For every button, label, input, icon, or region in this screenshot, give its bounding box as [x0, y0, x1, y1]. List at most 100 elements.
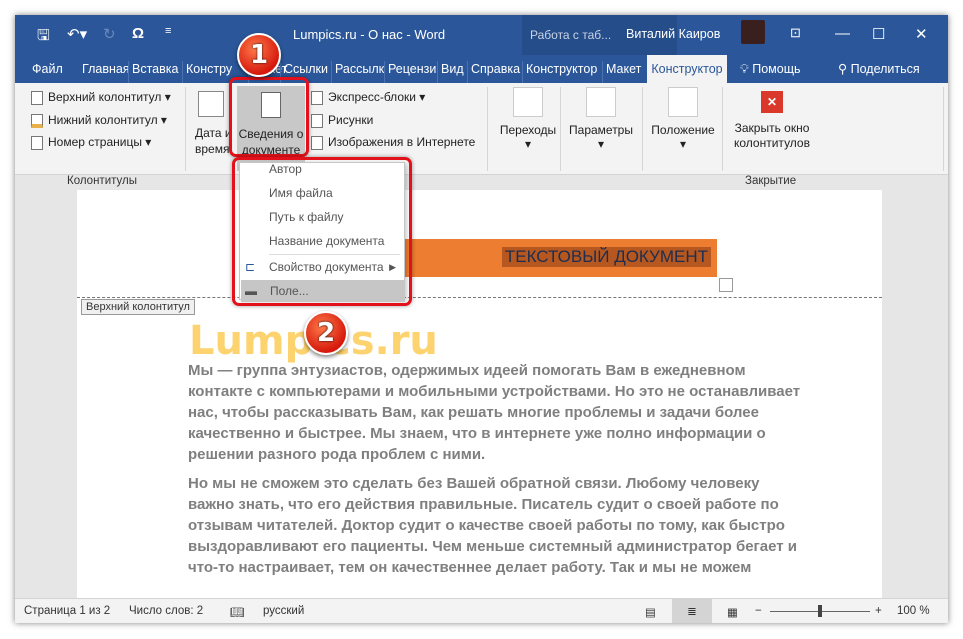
user-name[interactable]: Виталий Каиров: [626, 27, 720, 41]
close-header-footer-button[interactable]: ✕ Закрыть окно колонтитулов: [731, 91, 813, 151]
callout-badge-2: 2: [304, 311, 348, 355]
context-group-label: Работа с таб...: [530, 28, 612, 42]
zoom-in-button[interactable]: +: [875, 605, 882, 617]
tab-file[interactable]: Файл: [29, 61, 66, 83]
divider: [943, 87, 944, 171]
divider: [642, 87, 643, 171]
paragraph-line: что-то настраивает, тем он качественнее …: [188, 559, 752, 576]
divider: [560, 87, 561, 171]
paragraph-line: важно знать, что его действия правильные…: [188, 496, 779, 513]
zoom-out-button[interactable]: −: [755, 605, 762, 617]
tab-design[interactable]: Констру: [182, 61, 235, 83]
ribbon-display-icon[interactable]: ⊡: [790, 25, 801, 41]
paragraph-line: решении разного рода проблем с ними.: [188, 446, 486, 463]
print-layout-icon[interactable]: ≣: [672, 599, 712, 623]
navigation-icon: [513, 87, 543, 117]
customize-toolbar-icon[interactable]: ≡: [165, 25, 171, 37]
web-layout-icon[interactable]: ▦: [727, 605, 738, 619]
online-pictures-icon: [311, 135, 323, 150]
options-icon: [586, 87, 616, 117]
date-time-label-2: время: [195, 142, 230, 156]
online-pictures-label: Изображения в Интернете: [328, 135, 476, 149]
position-icon: [668, 87, 698, 117]
pictures-button[interactable]: Рисунки: [311, 113, 373, 128]
pictures-label: Рисунки: [328, 113, 374, 127]
paragraph-line: выздоравливают его пациенты. Чем меньше …: [188, 538, 798, 555]
word-window: 🖫 ↶▾ ↻ Ω ≡ Lumpics.ru - О нас - Word Раб…: [15, 15, 948, 623]
header-label: Верхний колонтитул: [48, 90, 162, 104]
group-header-footer: Колонтитулы: [67, 175, 137, 187]
title-bar: 🖫 ↶▾ ↻ Ω ≡ Lumpics.ru - О нас - Word Раб…: [15, 15, 948, 83]
quick-parts-label: Экспресс-блоки: [328, 90, 416, 104]
tell-me-button[interactable]: 💡︎ Помощь: [737, 61, 804, 83]
tab-view[interactable]: Вид: [437, 61, 467, 83]
navigation-button[interactable]: Переходы ▾: [495, 87, 561, 151]
tab-review[interactable]: Рецензи: [384, 61, 439, 83]
header-icon: [31, 90, 43, 105]
redo-icon[interactable]: ↻: [103, 25, 116, 43]
page-count[interactable]: Страница 1 из 2: [24, 605, 110, 617]
language[interactable]: русский: [263, 605, 304, 617]
paragraph-line: нас, чтобы рассказывать Вам, как решать …: [188, 404, 759, 421]
footer-button[interactable]: Нижний колонтитул ▾: [31, 113, 167, 128]
banner-text[interactable]: ТЕКСТОВЫЙ ДОКУМЕНТ: [501, 247, 711, 267]
tab-mailings[interactable]: Рассылк: [331, 61, 387, 83]
page-number-label: Номер страницы: [48, 135, 142, 149]
divider: [185, 87, 186, 171]
status-bar: Страница 1 из 2 Число слов: 2 📖︎ русский…: [15, 598, 948, 623]
window-title: Lumpics.ru - О нас - Word: [293, 27, 446, 42]
highlight-box-1: [229, 77, 309, 157]
user-add-icon: ⚲: [838, 62, 851, 76]
header-button[interactable]: Верхний колонтитул ▾: [31, 90, 171, 105]
paragraph-line: контакте с компьютерами и мобильными уст…: [188, 383, 801, 400]
paragraph-line: Но мы не сможем это сделать без Вашей об…: [188, 475, 760, 492]
paragraph-line: качественно и быстрее. Мы знаем, что в и…: [188, 425, 766, 442]
options-label: Параметры: [569, 123, 633, 137]
quick-parts-icon: [311, 90, 323, 105]
paragraph-line: Мы — группа энтузиастов, одержимых идеей…: [188, 362, 746, 379]
divider: [722, 87, 723, 171]
callout-badge-1: 1: [237, 33, 281, 77]
autosave-icon[interactable]: 🖫: [37, 25, 50, 50]
share-label: Поделиться: [850, 62, 920, 76]
header-banner: ТЕКСТОВЫЙ ДОКУМЕНТ: [377, 239, 717, 277]
position-button[interactable]: Положение ▾: [648, 87, 718, 151]
read-mode-icon[interactable]: ▤: [645, 605, 656, 619]
zoom-slider-thumb[interactable]: [818, 605, 822, 617]
tab-header-footer-design[interactable]: Конструктор: [647, 55, 727, 83]
word-count[interactable]: Число слов: 2: [129, 605, 203, 617]
footer-label: Нижний колонтитул: [48, 113, 158, 127]
minimize-icon[interactable]: —: [835, 25, 850, 42]
share-button[interactable]: ⚲ Поделиться: [835, 61, 923, 83]
maximize-icon[interactable]: ☐: [872, 25, 885, 43]
lightbulb-icon: 💡︎: [740, 62, 753, 76]
tell-me-label: Помощь: [752, 62, 801, 76]
avatar[interactable]: [741, 20, 765, 44]
close-x-icon: ✕: [761, 91, 783, 113]
tab-help[interactable]: Справка: [467, 61, 523, 83]
tab-table-layout[interactable]: Макет: [602, 61, 644, 83]
date-time-button[interactable]: Дата и время: [195, 125, 232, 157]
undo-icon[interactable]: ↶▾: [67, 25, 87, 43]
quick-parts-button[interactable]: Экспресс-блоки ▾: [311, 90, 425, 105]
tab-home[interactable]: Главная: [79, 61, 133, 83]
proofing-icon[interactable]: 📖︎: [230, 605, 245, 619]
position-label: Положение: [651, 123, 715, 137]
header-boundary: [77, 297, 882, 298]
group-close: Закрытие: [745, 175, 797, 187]
page-number-icon: [31, 135, 43, 150]
zoom-level[interactable]: 100 %: [897, 605, 930, 617]
page-number-button[interactable]: Номер страницы ▾: [31, 135, 151, 150]
highlight-box-2: [232, 157, 412, 306]
pictures-icon: [311, 113, 323, 128]
options-button[interactable]: Параметры ▾: [566, 87, 636, 151]
symbol-icon[interactable]: Ω: [132, 25, 144, 42]
layout-options-icon[interactable]: [719, 278, 733, 292]
tab-insert[interactable]: Вставка: [128, 61, 181, 83]
tab-table-design[interactable]: Конструктор: [522, 61, 600, 83]
close-icon[interactable]: ✕: [915, 25, 928, 43]
calendar-icon: [198, 91, 224, 117]
header-tag: Верхний колонтитул: [81, 299, 195, 315]
online-pictures-button[interactable]: Изображения в Интернете: [311, 135, 475, 150]
paragraph-line: отзывам читателей. Доктор судит о качест…: [188, 517, 785, 534]
